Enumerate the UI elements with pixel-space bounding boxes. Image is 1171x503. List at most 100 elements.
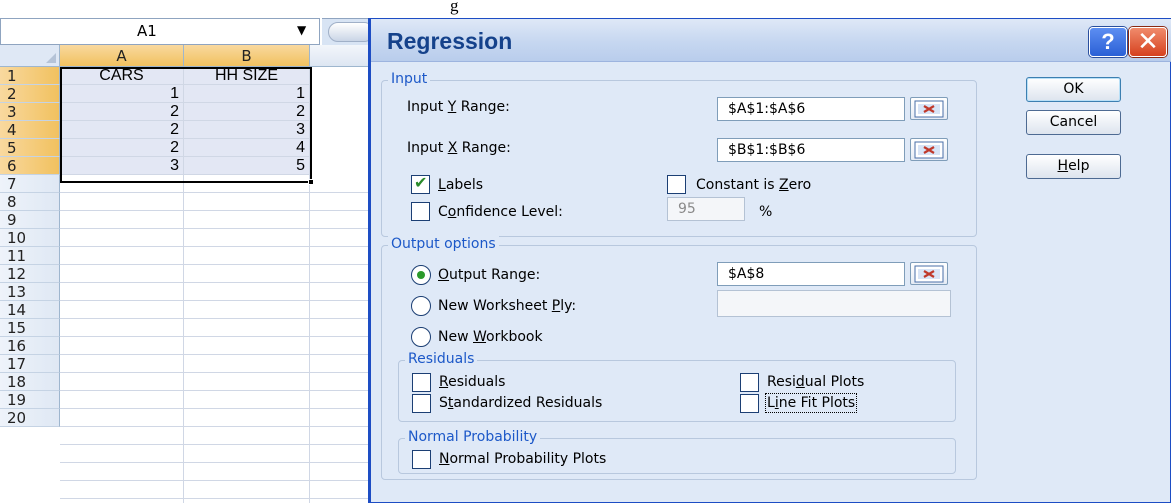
row-header[interactable]: 18	[0, 373, 60, 391]
row-header[interactable]: 4	[0, 121, 60, 139]
output-range-field[interactable]: $A$8	[717, 262, 905, 286]
residuals-label: Residuals	[439, 374, 506, 390]
grid-line	[60, 408, 380, 409]
input-legend: Input	[388, 71, 431, 87]
question-icon: ?	[1101, 29, 1115, 54]
grid-line	[60, 498, 380, 499]
row-header[interactable]: 3	[0, 103, 60, 121]
grid-line	[60, 462, 380, 463]
normal-probability-plots-checkbox[interactable]	[412, 450, 431, 469]
row-header[interactable]: 17	[0, 355, 60, 373]
column-header-b[interactable]: B	[184, 45, 310, 67]
row-header[interactable]: 1	[0, 67, 60, 85]
regression-dialog: Regression ? ✕ Input Input Y Range: $A$1…	[368, 18, 1171, 503]
normal-probability-plots-label: Normal Probability Plots	[439, 451, 607, 467]
standardized-residuals-label: Standardized Residuals	[439, 395, 603, 411]
checkmark-icon: ✔	[414, 173, 428, 192]
close-icon: ✕	[1137, 27, 1159, 57]
confidence-label: Confidence Level:	[438, 204, 563, 220]
row-header[interactable]: 2	[0, 85, 60, 103]
row-header[interactable]: 14	[0, 301, 60, 319]
page-caption: g	[0, 0, 1171, 18]
normal-probability-legend: Normal Probability	[405, 429, 541, 445]
range-picker-y-button[interactable]	[910, 97, 948, 120]
output-range-radio[interactable]	[411, 265, 431, 285]
grid-line	[60, 336, 380, 337]
residuals-checkbox[interactable]	[412, 373, 431, 392]
labels-checkbox[interactable]: ✔	[411, 173, 430, 194]
grid-line	[60, 426, 380, 427]
row-header[interactable]: 5	[0, 139, 60, 157]
name-box[interactable]: A1 ▼	[0, 18, 320, 45]
cell-a6[interactable]: 3	[60, 157, 184, 175]
cell-a5[interactable]: 2	[60, 139, 184, 157]
worksheet-grid[interactable]: A B 1 2 3 4 5 6 7 8 9 10 11 12 13 14 15 …	[0, 45, 380, 503]
new-workbook-label: New Workbook	[438, 329, 543, 345]
column-header-a[interactable]: A	[60, 45, 184, 67]
grid-line	[60, 354, 380, 355]
row-header[interactable]: 16	[0, 337, 60, 355]
cell-a2[interactable]: 1	[60, 85, 184, 103]
row-header[interactable]: 9	[0, 211, 60, 229]
input-x-label: Input X Range:	[407, 140, 511, 156]
grid-line	[60, 318, 380, 319]
row-header[interactable]: 6	[0, 157, 60, 175]
range-picker-icon	[914, 141, 944, 159]
percent-label: %	[759, 204, 773, 220]
constant-zero-label: Constant is Zero	[696, 177, 812, 193]
input-y-range-field[interactable]: $A$1:$A$6	[717, 97, 905, 121]
row-header[interactable]: 12	[0, 265, 60, 283]
cell-a4[interactable]: 2	[60, 121, 184, 139]
select-all-corner[interactable]	[0, 45, 60, 67]
row-header[interactable]: 10	[0, 229, 60, 247]
row-header[interactable]: 15	[0, 319, 60, 337]
row-header[interactable]: 11	[0, 247, 60, 265]
dialog-titlebar[interactable]: Regression ? ✕	[371, 19, 1171, 62]
new-worksheet-ply-radio[interactable]	[411, 296, 431, 316]
row-header[interactable]: 19	[0, 391, 60, 409]
confidence-checkbox[interactable]	[411, 202, 430, 221]
grid-line	[60, 444, 380, 445]
cancel-button[interactable]: Cancel	[1026, 110, 1121, 135]
residual-plots-checkbox[interactable]	[740, 373, 759, 392]
cell-a1[interactable]: CARS	[60, 67, 184, 85]
cell-b5[interactable]: 4	[184, 139, 310, 157]
input-group: Input Input Y Range: $A$1:$A$6 Input X R…	[381, 71, 977, 237]
new-workbook-radio[interactable]	[411, 327, 431, 347]
help-title-button[interactable]: ?	[1089, 27, 1127, 57]
help-button[interactable]: Help	[1026, 154, 1121, 179]
cell-b2[interactable]: 1	[184, 85, 310, 103]
cell-b6[interactable]: 5	[184, 157, 310, 175]
constant-zero-checkbox[interactable]	[667, 175, 686, 194]
cell-b4[interactable]: 3	[184, 121, 310, 139]
confidence-level-field[interactable]: 95	[667, 197, 745, 221]
chevron-down-icon[interactable]: ▼	[297, 23, 306, 37]
range-picker-icon	[914, 265, 944, 283]
row-header[interactable]: 7	[0, 175, 60, 193]
grid-line	[60, 192, 380, 193]
line-fit-plots-checkbox[interactable]	[740, 394, 759, 413]
input-x-range-field[interactable]: $B$1:$B$6	[717, 138, 905, 162]
row-header[interactable]: 20	[0, 409, 60, 427]
range-picker-output-button[interactable]	[910, 262, 948, 285]
cell-b1[interactable]: HH SIZE	[184, 67, 310, 85]
grid-line	[60, 372, 380, 373]
output-legend: Output options	[388, 236, 499, 252]
cell-b3[interactable]: 2	[184, 103, 310, 121]
cell-a3[interactable]: 2	[60, 103, 184, 121]
labels-label: Labels	[438, 177, 484, 193]
grid-line	[60, 480, 380, 481]
close-button[interactable]: ✕	[1129, 27, 1167, 57]
ok-button[interactable]: OK	[1026, 77, 1121, 102]
grid-line	[60, 264, 380, 265]
grid-line	[60, 228, 380, 229]
residuals-legend: Residuals	[405, 351, 478, 367]
grid-line	[60, 282, 380, 283]
row-header[interactable]: 13	[0, 283, 60, 301]
new-worksheet-ply-field[interactable]	[717, 290, 951, 317]
range-picker-x-button[interactable]	[910, 138, 948, 161]
dialog-title: Regression	[387, 28, 513, 54]
line-fit-plots-label: Line Fit Plots	[764, 393, 858, 413]
row-header[interactable]: 8	[0, 193, 60, 211]
standardized-residuals-checkbox[interactable]	[412, 394, 431, 413]
